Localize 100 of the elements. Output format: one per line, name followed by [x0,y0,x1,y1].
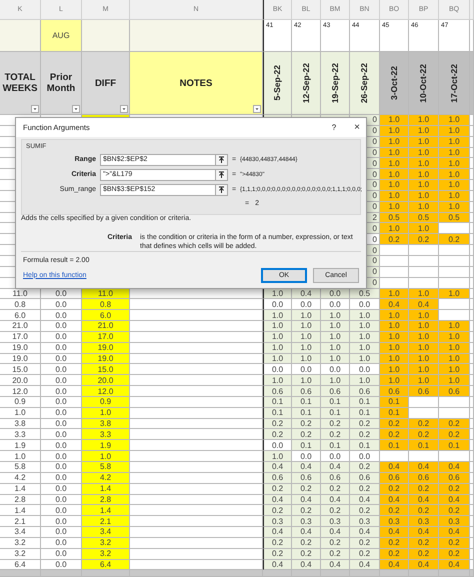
table-cell: 1.0 [409,354,439,364]
table-cell: 0.4 [409,527,439,538]
table-cell: 0.4 [409,560,439,570]
table-cell: 0.2 [439,429,470,440]
table-cell: 0.2 [439,548,470,560]
collapse-button[interactable] [215,184,228,196]
table-cell: 0.2 [380,538,409,549]
table-cell: 1.0 [321,310,350,322]
table-cell: 1.0 [439,169,470,180]
table-cell: 1.0 [350,354,380,364]
table-cell: 0.2 [321,484,350,495]
table-cell: 0.8 [0,299,41,310]
table-cell: 1.0 [409,342,439,354]
table-cell: 1.0 [380,332,409,343]
table-cell: 15.0 [0,364,41,376]
table-cell: 1.0 [439,180,470,191]
table-cell: 0.2 [409,418,439,430]
table-cell: 0.4 [409,299,439,310]
table-cell: 0.4 [292,288,321,300]
table-cell: 1.0 [263,332,292,343]
table-cell: 0.4 [350,560,380,570]
filter-dropdown-icon[interactable] [31,105,39,113]
table-cell: 0.4 [439,462,470,473]
table-cell: 0.4 [292,462,321,473]
table-cell [409,266,439,278]
table-cell [409,245,439,256]
collapse-button[interactable] [215,168,228,181]
table-cell: 1.0 [263,310,292,322]
table-cell: 0.4 [439,527,470,538]
table-cell: 1.4 [82,505,130,516]
table-cell: 0.4 [439,494,470,506]
table-cell: 0.2 [409,234,439,246]
table-cell: 4.2 [82,472,130,484]
table-cell: 0.2 [380,234,409,246]
table-cell: 0.6 [263,386,292,397]
table-cell: 0.2 [263,505,292,516]
table-cell: 0.2 [439,484,470,495]
table-cell: 0.1 [439,440,470,452]
table-cell: 0.2 [263,538,292,549]
table-cell: 0.2 [380,548,409,560]
table-cell: 20.0 [82,375,130,386]
table-cell: 21.0 [0,321,41,332]
table-cell: 1.0 [263,375,292,386]
table-cell: 1.0 [439,158,470,170]
table-cell: 0.2 [439,505,470,516]
column-title: DIFF [94,78,116,88]
table-cell: 1.9 [0,440,41,452]
table-cell: 0.0 [321,288,350,300]
table-cell: 0.6 [263,472,292,484]
table-cell: 0.4 [380,299,409,310]
filter-dropdown-icon[interactable] [120,105,128,113]
table-cell: 0.5 [409,212,439,224]
table-cell: 1.0 [350,342,380,354]
table-cell: 3.2 [0,538,41,549]
table-cell: 1.4 [0,505,41,516]
table-cell: 0.3 [292,516,321,528]
table-cell: 1.0 [439,321,470,332]
table-cell: 1.0 [380,115,409,126]
table-cell: 0.1 [350,408,380,419]
column-title: Prior Month [46,72,76,94]
table-cell: 0.4 [321,527,350,538]
table-cell: 6.0 [0,310,41,322]
table-cell: 0.9 [0,396,41,408]
table-cell: 1.0 [350,321,380,332]
table-cell: 19.0 [82,342,130,354]
table-cell: 0.3 [321,516,350,528]
table-cell: 1.0 [82,451,130,462]
table-cell: 12.0 [82,386,130,397]
table-cell [380,266,409,278]
table-cell: 6.4 [82,560,130,570]
table-cell: 0.2 [350,484,380,495]
table-cell: 1.0 [292,375,321,386]
table-cell: 15.0 [82,364,130,376]
table-cell: 0.1 [292,408,321,419]
table-cell: 0.1 [380,408,409,419]
table-cell: 0.4 [350,494,380,506]
table-cell: 3.3 [0,429,41,440]
column-title: TOTAL WEEKS [2,72,38,94]
table-cell: 1.0 [380,288,409,300]
collapse-button[interactable] [215,154,228,166]
help-button[interactable]: ? [332,123,336,132]
table-cell: 1.0 [380,169,409,180]
table-cell: 1.0 [439,115,470,126]
date-header: 3-Oct-22 [390,66,398,100]
table-cell: 19.0 [0,354,41,364]
table-cell: 1.0 [439,332,470,343]
filter-dropdown-icon[interactable] [72,105,80,113]
table-cell: 0.2 [292,484,321,495]
table-cell: 1.0 [350,332,380,343]
table-cell: 1.0 [409,115,439,126]
table-cell: 5.8 [82,462,130,473]
table-cell: 0.3 [380,516,409,528]
table-cell: 1.0 [321,375,350,386]
date-header: 12-Sep-22 [302,62,310,104]
table-cell: 0.9 [82,396,130,408]
table-cell: 0.2 [380,505,409,516]
table-cell: 0.5 [380,212,409,224]
table-cell: 1.0 [409,364,439,376]
table-cell: 4.2 [0,472,41,484]
filter-dropdown-icon[interactable] [253,105,261,113]
